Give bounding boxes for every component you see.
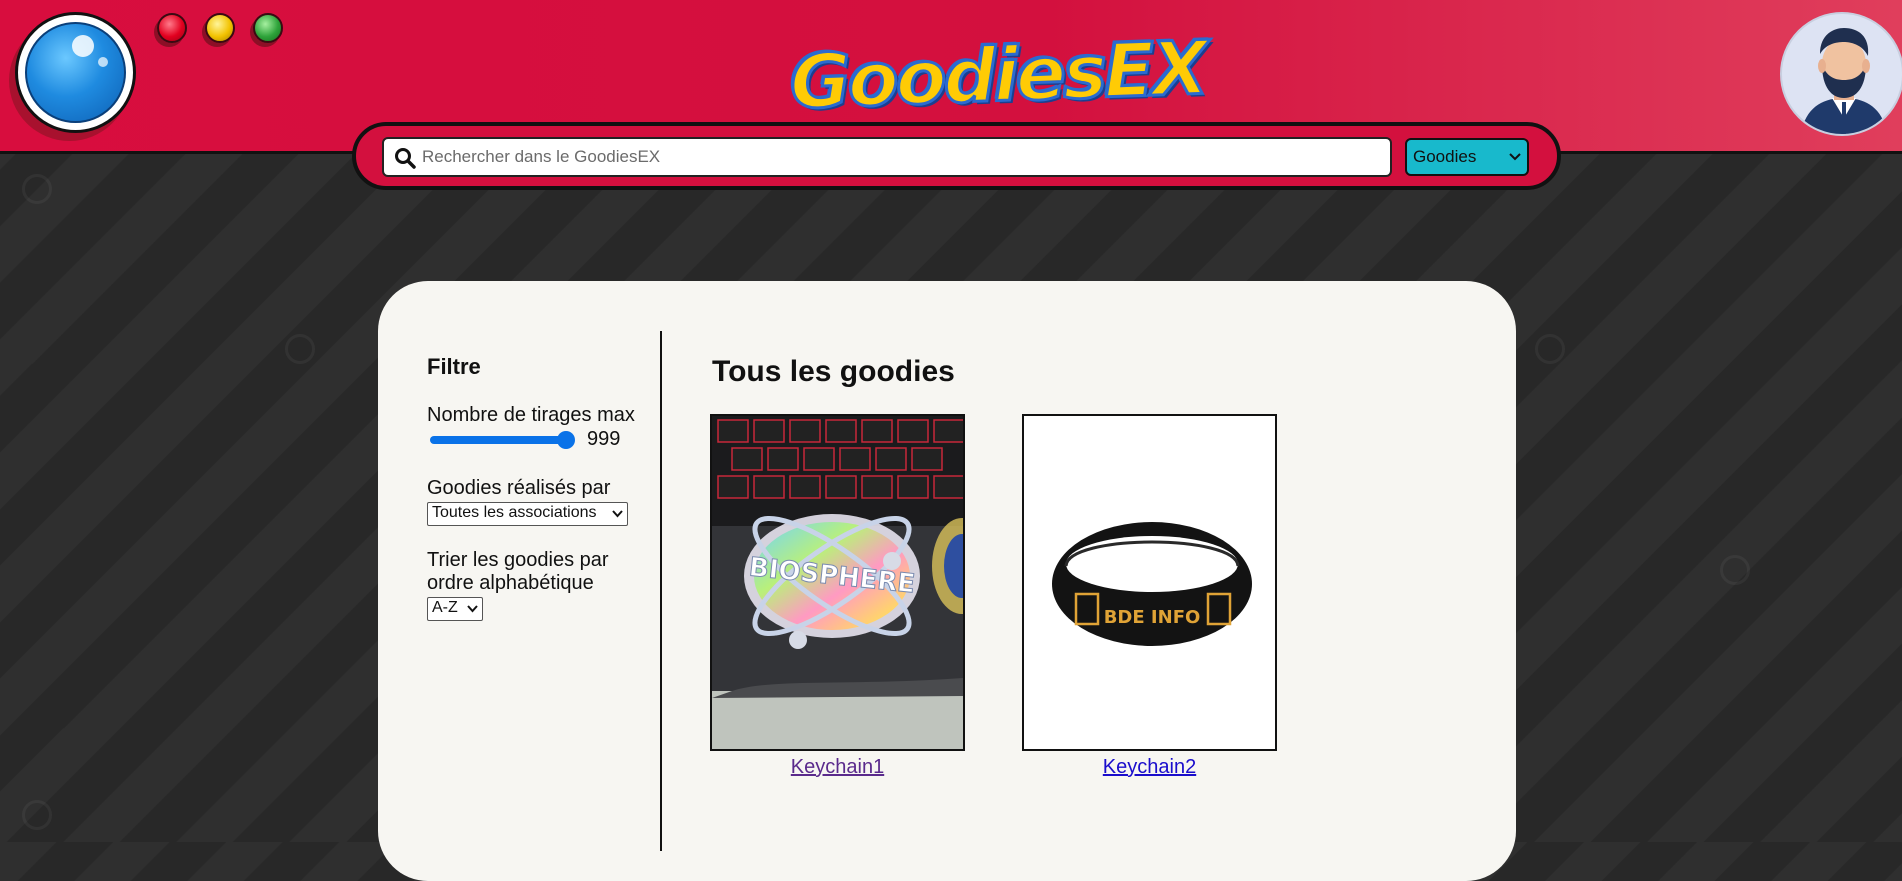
max-draws-slider-handle[interactable] [557,431,575,449]
site-logo[interactable]: GoodiesEX [787,24,1208,130]
green-indicator-light-icon [253,13,283,43]
chevron-down-icon [467,605,478,613]
max-draws-slider-track[interactable] [430,436,570,444]
yellow-indicator-light-icon [205,13,235,43]
sort-label-line2: ordre alphabétique [427,572,594,594]
search-icon [395,148,416,169]
goodie-link-keychain2[interactable]: Keychain2 [1022,756,1277,779]
search-field-wrapper[interactable] [382,137,1392,177]
category-select[interactable]: Goodies [1405,138,1529,176]
sort-label-line1: Trier les goodies par [427,549,609,571]
wristband-photo: BDE INFO [1024,416,1275,749]
made-by-select-value: Toutes les associations [432,504,597,521]
made-by-label: Goodies réalisés par [427,477,611,499]
filter-title: Filtre [427,354,481,379]
chevron-down-icon [612,510,623,518]
wristband-text: BDE INFO [1104,607,1201,628]
search-bar: Goodies [352,122,1561,190]
sticker-photo: BIOSPHERE [712,416,963,749]
user-avatar-icon [1800,28,1888,134]
sort-select[interactable]: A-Z [427,597,483,621]
goodie-thumbnail-keychain2[interactable]: BDE INFO [1022,414,1277,751]
search-input[interactable] [420,139,1380,175]
page-title: Tous les goodies [712,355,955,388]
bg-pokeball-decoration [22,174,52,204]
bg-pokeball-decoration [22,800,52,830]
user-avatar[interactable] [1780,12,1902,136]
keyboard-keys [712,416,963,526]
bg-pokeball-decoration [285,334,315,364]
max-draws-value: 999 [587,428,621,450]
made-by-select[interactable]: Toutes les associations [427,502,628,526]
sort-select-value: A-Z [432,599,458,616]
bg-pokeball-decoration [1535,334,1565,364]
goodie-thumbnail-keychain1[interactable]: BIOSPHERE [710,414,965,751]
goodie-link-keychain1[interactable]: Keychain1 [710,756,965,779]
max-draws-label: Nombre de tirages max [427,404,635,426]
pokedex-lens-icon [15,12,136,133]
category-select-value: Goodies [1413,147,1477,166]
bg-pokeball-decoration [1720,555,1750,585]
sidebar-divider [660,331,662,851]
red-indicator-light-icon [157,13,187,43]
